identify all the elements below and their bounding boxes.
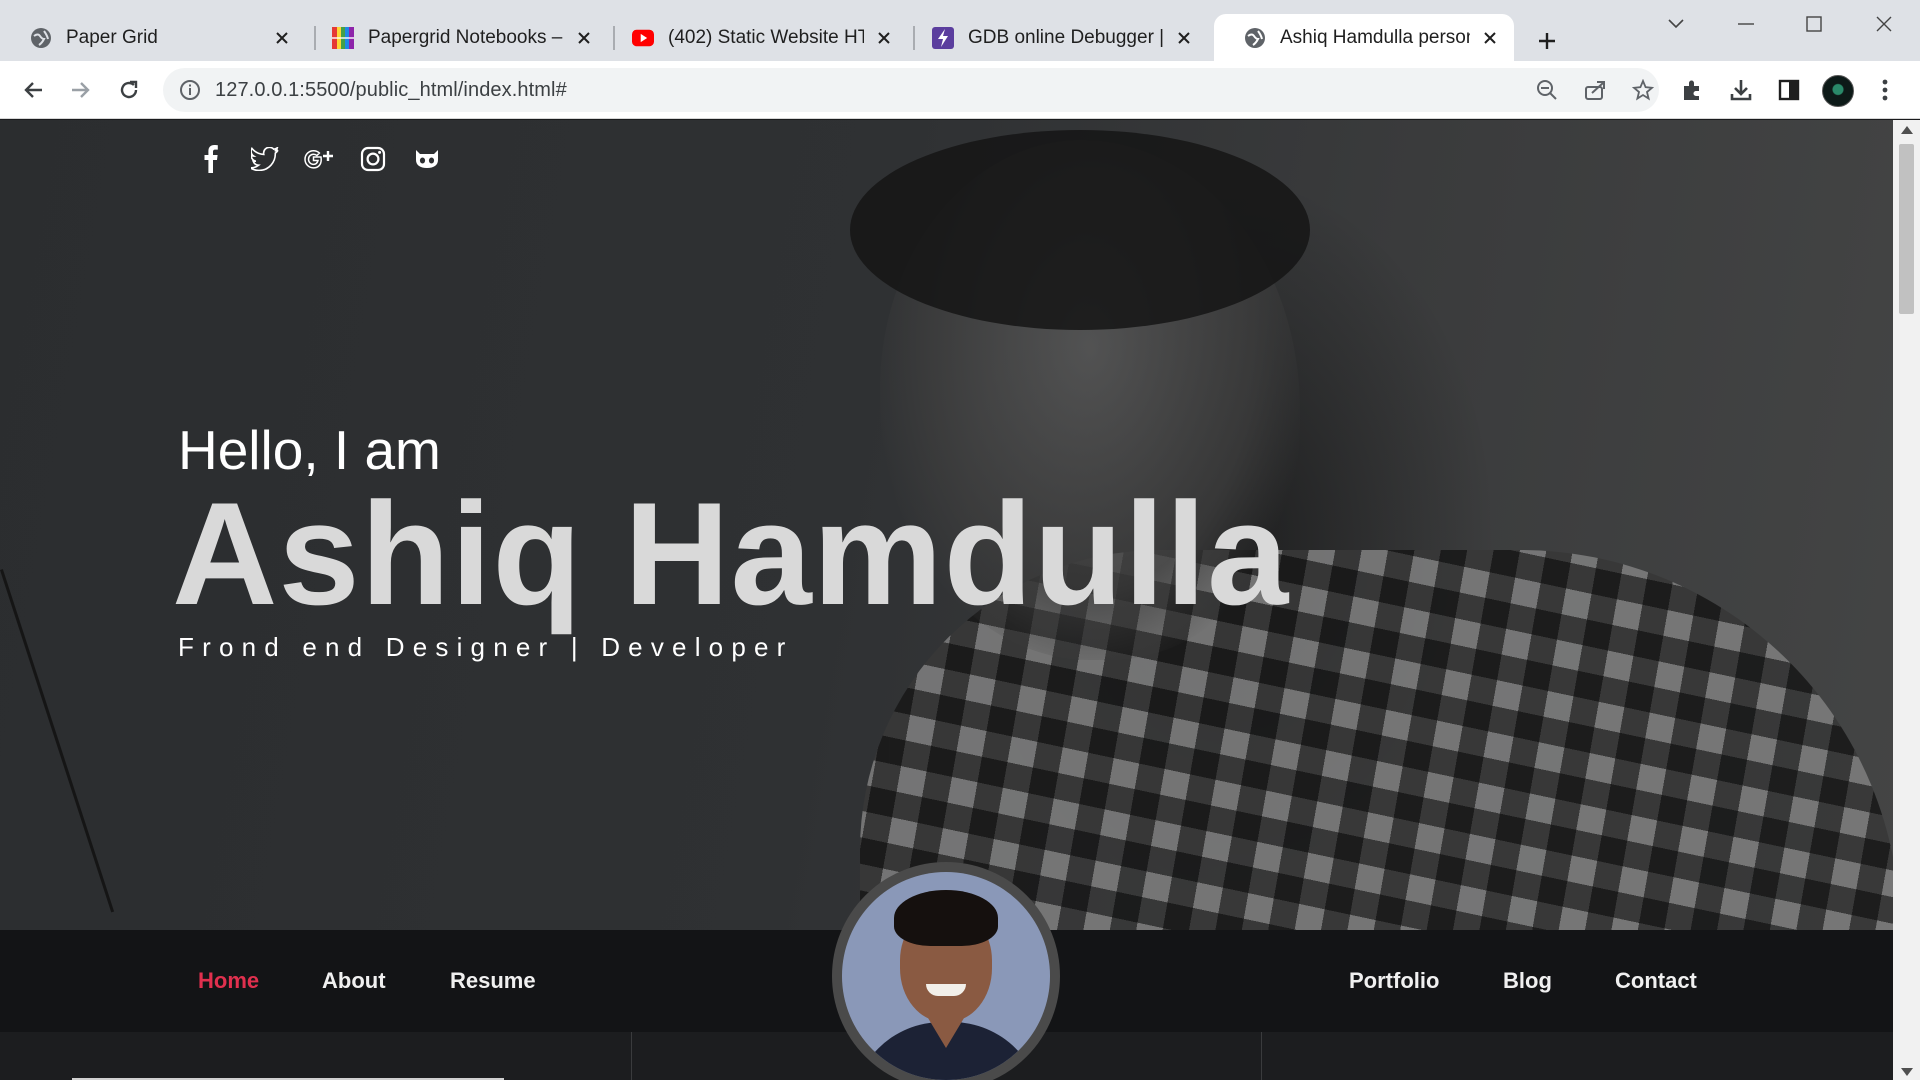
page-scrollbar[interactable]: [1893, 120, 1920, 1080]
downloads-icon[interactable]: [1728, 77, 1754, 103]
tab-title: Ashiq Hamdulla personal: [1280, 26, 1470, 48]
tab-title: (402) Static Website HTML: [668, 26, 864, 48]
hero-background-photo: [850, 130, 1310, 330]
bookmark-star-icon[interactable]: [1631, 78, 1655, 102]
close-tab-icon[interactable]: [1174, 28, 1194, 48]
nav-about[interactable]: About: [322, 968, 386, 994]
maximize-button[interactable]: [1786, 8, 1842, 40]
url-text[interactable]: 127.0.0.1:5500/public_html/index.html#: [215, 79, 567, 102]
page-viewport: Hello, I am Ashiq Hamdulla Frond end Des…: [0, 120, 1893, 1080]
reload-button[interactable]: [110, 71, 148, 109]
new-tab-button[interactable]: [1530, 24, 1564, 58]
forward-button[interactable]: [62, 71, 100, 109]
tab-strip: Paper Grid Papergrid Notebooks – Pa (402…: [0, 0, 1920, 61]
close-tab-icon[interactable]: [874, 28, 894, 48]
hero-name: Ashiq Hamdulla: [172, 472, 1290, 635]
globe-icon: [1244, 27, 1266, 49]
profile-photo: [832, 862, 1060, 1080]
tab-paper-grid[interactable]: Paper Grid: [0, 14, 306, 61]
extensions-icon[interactable]: [1680, 77, 1706, 103]
scrollbar-thumb[interactable]: [1899, 144, 1914, 314]
divider: [631, 1032, 632, 1080]
site-info-icon[interactable]: [179, 79, 201, 101]
nav-resume[interactable]: Resume: [450, 968, 536, 994]
hero-tagline: Frond end Designer | Developer: [178, 632, 794, 662]
hero-section: Hello, I am Ashiq Hamdulla Frond end Des…: [0, 120, 1893, 970]
back-button[interactable]: [14, 71, 52, 109]
tab-papergrid-notebooks[interactable]: Papergrid Notebooks – Pa: [302, 14, 608, 61]
gdb-icon: [932, 26, 954, 49]
google-plus-icon[interactable]: [304, 144, 334, 174]
close-tab-icon[interactable]: [272, 28, 292, 48]
browser-toolbar: 127.0.0.1:5500/public_html/index.html#: [0, 61, 1920, 119]
tab-title: GDB online Debugger | Co: [968, 26, 1164, 48]
nav-portfolio[interactable]: Portfolio: [1349, 968, 1439, 994]
divider: [1261, 1032, 1262, 1080]
zoom-icon[interactable]: [1535, 78, 1559, 102]
hero-background-photo: [0, 569, 115, 913]
minimize-button[interactable]: [1718, 8, 1774, 40]
github-icon[interactable]: [412, 144, 442, 174]
nav-contact[interactable]: Contact: [1615, 968, 1697, 994]
close-tab-icon[interactable]: [1480, 28, 1500, 48]
profile-avatar[interactable]: [1822, 75, 1854, 107]
nav-blog[interactable]: Blog: [1503, 968, 1552, 994]
tab-ashiq-portfolio[interactable]: Ashiq Hamdulla personal: [1214, 14, 1514, 61]
facebook-icon[interactable]: [196, 144, 226, 174]
social-links: [196, 144, 442, 174]
tab-gdb-online[interactable]: GDB online Debugger | Co: [902, 14, 1208, 61]
close-window-button[interactable]: [1856, 8, 1912, 40]
side-panel-icon[interactable]: [1776, 77, 1802, 103]
menu-icon[interactable]: [1872, 77, 1898, 103]
twitter-icon[interactable]: [250, 144, 280, 174]
tab-search-button[interactable]: [1648, 8, 1704, 40]
close-tab-icon[interactable]: [574, 28, 594, 48]
tab-title: Paper Grid: [66, 26, 158, 48]
nav-home[interactable]: Home: [198, 968, 259, 994]
globe-icon: [30, 27, 52, 49]
address-bar[interactable]: 127.0.0.1:5500/public_html/index.html#: [163, 68, 1659, 112]
scroll-down-arrow-icon[interactable]: [1900, 1067, 1913, 1077]
papergrid-logo-icon: [332, 26, 354, 49]
scroll-up-arrow-icon[interactable]: [1900, 125, 1913, 135]
tab-title: Papergrid Notebooks – Pa: [368, 26, 564, 48]
instagram-icon[interactable]: [358, 144, 388, 174]
youtube-icon: [632, 27, 654, 49]
tab-youtube[interactable]: (402) Static Website HTML: [602, 14, 908, 61]
share-icon[interactable]: [1583, 78, 1607, 102]
